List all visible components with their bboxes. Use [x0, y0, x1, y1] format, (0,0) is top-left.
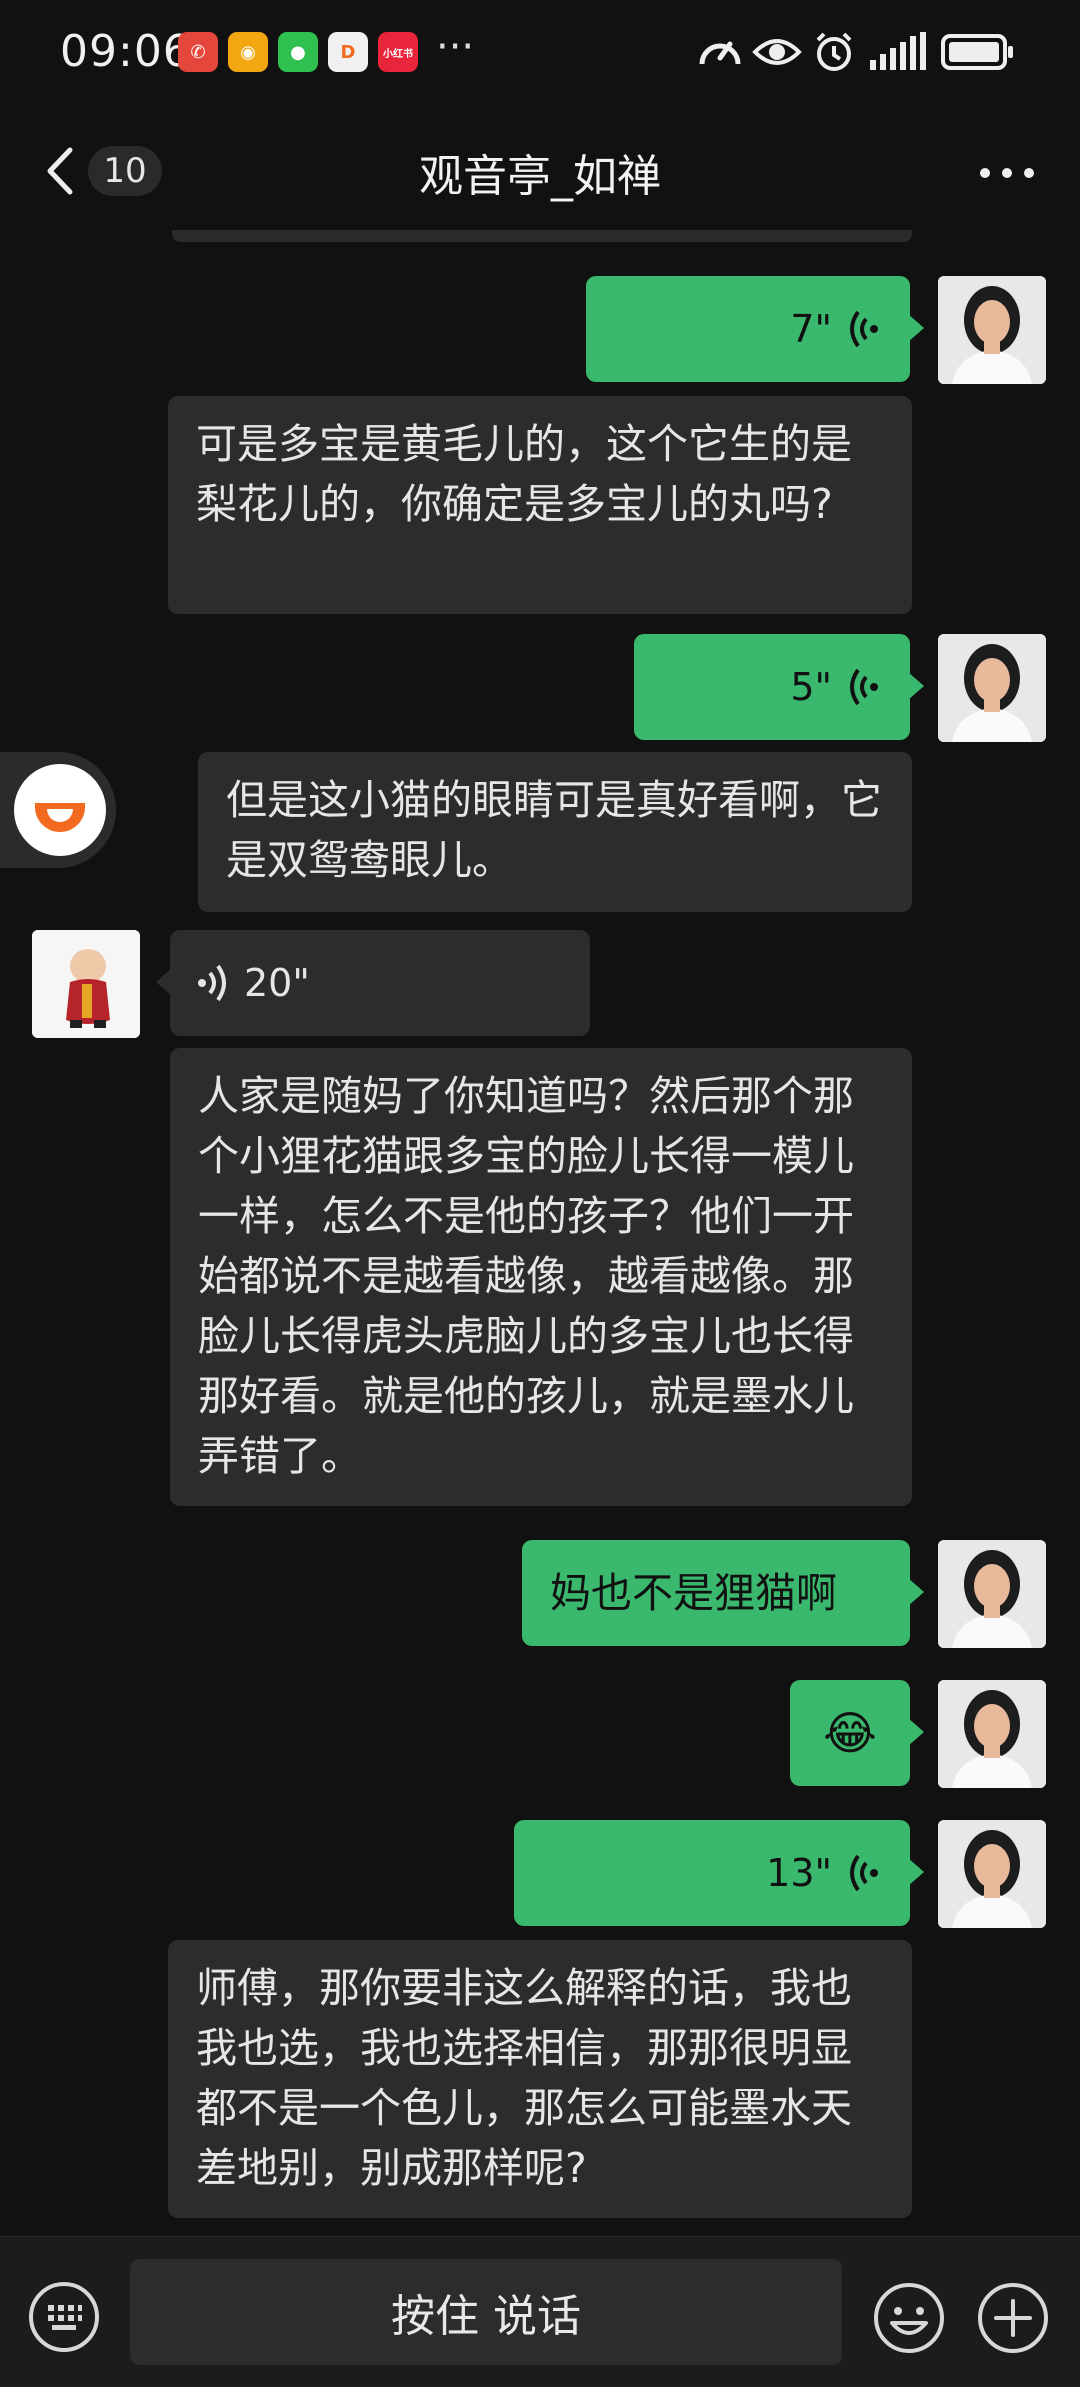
eye-protection-icon: [752, 39, 802, 65]
battery-icon: [941, 34, 1013, 70]
contact-avatar[interactable]: [32, 930, 140, 1038]
text-message-incoming[interactable]: 师傅，那你要非这么解释的话，我也我也选，我也选择相信，那那很明显都不是一个色儿，…: [168, 1940, 912, 2218]
voice-wave-icon: [850, 1854, 878, 1892]
input-bar: 按住 说话: [0, 2236, 1080, 2387]
emoji-icon[interactable]: [872, 2281, 946, 2355]
xiaohongshu-icon: 小红书: [378, 32, 418, 72]
my-avatar[interactable]: [938, 276, 1046, 384]
status-time: 09:06: [60, 26, 192, 77]
my-avatar[interactable]: [938, 1680, 1046, 1788]
plus-icon[interactable]: [976, 2281, 1050, 2355]
my-avatar[interactable]: [938, 634, 1046, 742]
voice-message-outgoing[interactable]: 7": [586, 276, 924, 382]
missed-call-icon: ✆: [178, 32, 218, 72]
voice-wave-icon: [198, 964, 226, 1002]
chat-screen: 09:06 ✆ ◉ ● D 小红书 ··· 10 观音亭_如禅 7" 可是多宝是…: [0, 0, 1080, 2387]
weibo-icon: ◉: [228, 32, 268, 72]
voice-duration: 13": [766, 1851, 832, 1895]
status-bar: 09:06 ✆ ◉ ● D 小红书 ···: [0, 0, 1080, 110]
voice-wave-icon: [850, 310, 878, 348]
my-avatar[interactable]: [938, 1540, 1046, 1648]
wechat-icon: ●: [278, 32, 318, 72]
voice-message-outgoing[interactable]: 13": [514, 1820, 924, 1926]
chat-title: 观音亭_如禅: [419, 151, 661, 202]
keyboard-icon[interactable]: [28, 2281, 100, 2353]
voice-message-incoming[interactable]: 20": [156, 930, 590, 1036]
text-message-incoming[interactable]: 人家是随妈了你知道吗？然后那个那个小狸花猫跟多宝的脸儿长得一模儿一样，怎么不是他…: [170, 1048, 912, 1506]
alarm-icon: [816, 32, 852, 71]
voice-duration: 5": [790, 665, 832, 709]
signal-icon: [870, 32, 926, 70]
more-options-icon[interactable]: [980, 168, 1036, 180]
didi-app-icon: D: [328, 32, 368, 72]
data-speed-icon: [699, 41, 741, 65]
my-avatar[interactable]: [938, 1820, 1046, 1928]
voice-duration: 20": [244, 961, 310, 1005]
voice-message-outgoing[interactable]: 5": [634, 634, 924, 740]
text-message-incoming[interactable]: 可是多宝是黄毛儿的，这个它生的是梨花儿的，你确定是多宝儿的丸吗?: [168, 396, 912, 614]
voice-wave-icon: [850, 668, 878, 706]
emoji-message-outgoing[interactable]: 😂: [790, 1680, 924, 1786]
voice-duration: 7": [790, 307, 832, 351]
chat-header: 10 观音亭_如禅: [0, 110, 1080, 230]
floating-didi-button[interactable]: [0, 752, 116, 868]
hold-to-talk-button[interactable]: 按住 说话: [130, 2259, 842, 2365]
text-message-outgoing[interactable]: 妈也不是狸猫啊: [522, 1540, 924, 1646]
more-notifications-icon: ···: [436, 24, 475, 70]
previous-message-edge: [172, 230, 912, 242]
didi-logo-icon: [35, 803, 85, 832]
text-message-incoming[interactable]: 但是这小猫的眼睛可是真好看啊，它是双鸳鸯眼儿。: [198, 752, 912, 912]
